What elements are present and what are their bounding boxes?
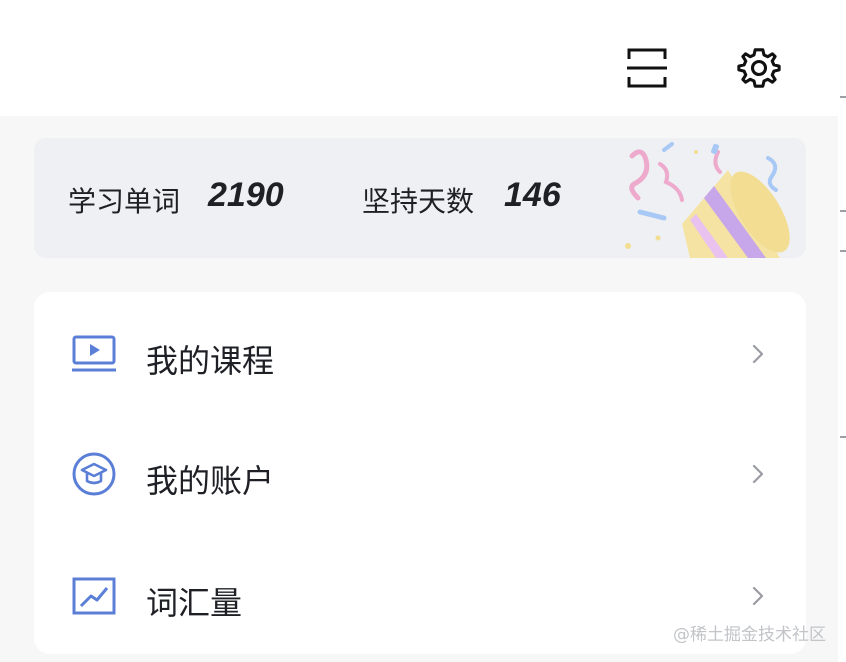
menu-label: 词汇量 bbox=[146, 584, 243, 622]
edge-mark bbox=[840, 436, 846, 438]
scan-icon[interactable] bbox=[623, 44, 671, 92]
background-window-edge bbox=[838, 0, 846, 662]
chevron-right-icon bbox=[746, 582, 770, 610]
trend-chart-icon bbox=[70, 572, 118, 620]
party-popper-icon bbox=[620, 140, 806, 258]
menu-item-my-account[interactable]: 我的账户 bbox=[34, 422, 806, 522]
menu-item-my-courses[interactable]: 我的课程 bbox=[34, 302, 806, 402]
top-bar bbox=[0, 0, 838, 116]
settings-gear-icon[interactable] bbox=[735, 44, 783, 92]
days-value: 146 bbox=[504, 176, 561, 214]
video-course-icon bbox=[70, 330, 118, 378]
chevron-right-icon bbox=[746, 340, 770, 368]
chevron-right-icon bbox=[746, 460, 770, 488]
graduation-cap-icon bbox=[70, 450, 118, 498]
edge-mark bbox=[840, 250, 846, 252]
watermark-text: @稀土掘金技术社区 bbox=[673, 625, 826, 645]
words-label: 学习单词 bbox=[68, 185, 181, 218]
menu-label: 我的课程 bbox=[146, 342, 275, 380]
profile-panel: 学习单词 2190 坚持天数 146 我的课程 我的账户 词汇量 bbox=[0, 0, 838, 662]
edge-mark bbox=[840, 96, 846, 98]
edge-mark bbox=[840, 210, 846, 212]
words-value: 2190 bbox=[208, 176, 284, 214]
days-label: 坚持天数 bbox=[362, 185, 475, 218]
app-page: 学习单词 2190 坚持天数 146 我的课程 我的账户 词汇量 @稀土掘金技术… bbox=[0, 0, 846, 662]
menu-label: 我的账户 bbox=[146, 462, 275, 500]
